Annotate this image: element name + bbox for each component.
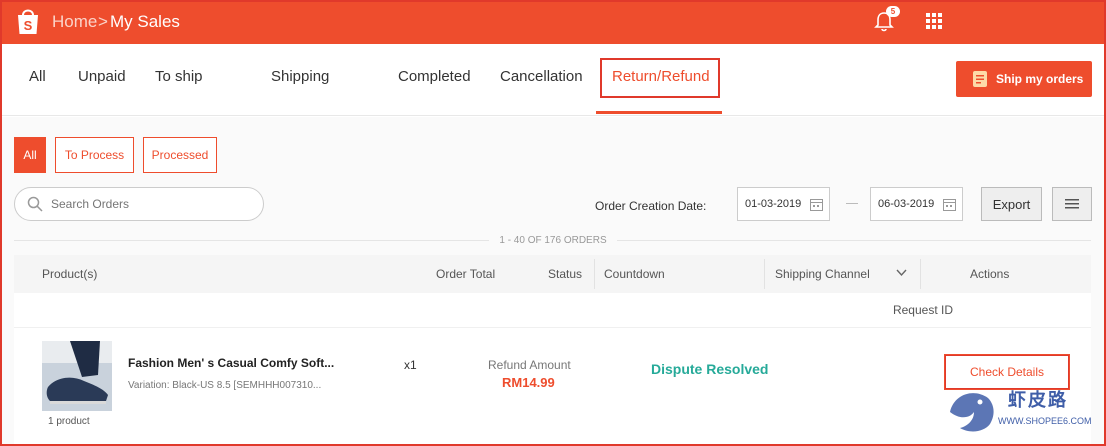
- document-icon: [973, 71, 987, 87]
- list-view-button[interactable]: [1052, 187, 1092, 221]
- col-status: Status: [548, 267, 583, 281]
- shopee-logo-icon[interactable]: S: [14, 6, 42, 36]
- date-from-value: 01-03-2019: [745, 198, 802, 210]
- search-icon: [27, 196, 43, 212]
- export-button[interactable]: Export: [981, 187, 1042, 221]
- subtab-to-process[interactable]: To Process: [55, 137, 134, 173]
- date-range-separator: [846, 203, 858, 204]
- apps-grid-icon[interactable]: [926, 13, 942, 29]
- col-products: Product(s): [42, 267, 98, 281]
- col-actions: Actions: [970, 267, 1010, 281]
- refund-amount-value: RM14.99: [502, 375, 555, 390]
- calendar-icon: [810, 199, 823, 211]
- column-divider: [920, 259, 921, 289]
- col-shipping-channel: Shipping Channel: [775, 267, 870, 281]
- date-from-field[interactable]: 01-03-2019: [737, 187, 830, 221]
- shoe-image-icon: [42, 341, 112, 411]
- product-variation: Variation: Black-US 8.5 [SEMHHH007310...: [128, 380, 322, 391]
- column-divider: [764, 259, 765, 289]
- quantity: x1: [404, 358, 417, 372]
- ship-my-orders-button[interactable]: Ship my orders: [956, 61, 1092, 97]
- search-box[interactable]: [14, 187, 264, 221]
- calendar-icon: [943, 199, 956, 211]
- active-tab-indicator: [596, 111, 722, 114]
- refund-amount-label: Refund Amount: [488, 358, 571, 372]
- tab-return-refund[interactable]: Return/Refund: [612, 68, 710, 85]
- ship-my-orders-label: Ship my orders: [996, 72, 1084, 86]
- tab-to-ship[interactable]: To ship: [155, 68, 203, 85]
- order-status: Dispute Resolved: [651, 361, 769, 377]
- product-name[interactable]: Fashion Men' s Casual Comfy Soft...: [128, 356, 334, 370]
- tab-shipping[interactable]: Shipping: [271, 68, 329, 85]
- tab-unpaid[interactable]: Unpaid: [78, 68, 126, 85]
- product-thumbnail[interactable]: [42, 341, 112, 411]
- product-count: 1 product: [48, 416, 90, 427]
- breadcrumb-separator: >: [98, 12, 108, 31]
- order-status-tabs: All Unpaid To ship Shipping Completed Ca…: [0, 44, 1106, 116]
- request-id-label: Request ID: [892, 303, 953, 317]
- col-order-total: Order Total: [436, 267, 496, 281]
- notification-badge: 5: [886, 6, 900, 17]
- top-bar: S Home > My Sales 5: [0, 0, 1106, 44]
- tab-all[interactable]: All: [29, 68, 46, 85]
- column-divider: [594, 259, 595, 289]
- menu-icon: [1065, 199, 1079, 209]
- table-row: Fashion Men' s Casual Comfy Soft... Vari…: [14, 327, 1091, 446]
- watermark-name: 虾皮路: [1008, 390, 1068, 410]
- chevron-down-icon[interactable]: [896, 269, 907, 277]
- subtab-processed[interactable]: Processed: [143, 137, 217, 173]
- order-count: 1 - 40 OF 176 ORDERS: [489, 235, 617, 246]
- date-filter-label: Order Creation Date:: [595, 199, 707, 213]
- breadcrumb-current: My Sales: [110, 12, 180, 31]
- breadcrumb-home[interactable]: Home: [52, 12, 97, 32]
- orders-panel: All To Process Processed Order Creation …: [0, 117, 1106, 446]
- svg-text:S: S: [24, 18, 33, 33]
- table-header: Product(s) Order Total Status Countdown …: [14, 255, 1091, 293]
- request-id-row: Request ID: [14, 293, 1091, 327]
- search-input[interactable]: [51, 197, 241, 211]
- tab-cancellation[interactable]: Cancellation: [500, 68, 583, 85]
- col-countdown: Countdown: [604, 267, 665, 281]
- watermark-url: WWW.SHOPEE6.COM: [998, 416, 1092, 426]
- subtab-all[interactable]: All: [14, 137, 46, 173]
- date-to-value: 06-03-2019: [878, 198, 935, 210]
- date-to-field[interactable]: 06-03-2019: [870, 187, 963, 221]
- tab-completed[interactable]: Completed: [398, 68, 471, 85]
